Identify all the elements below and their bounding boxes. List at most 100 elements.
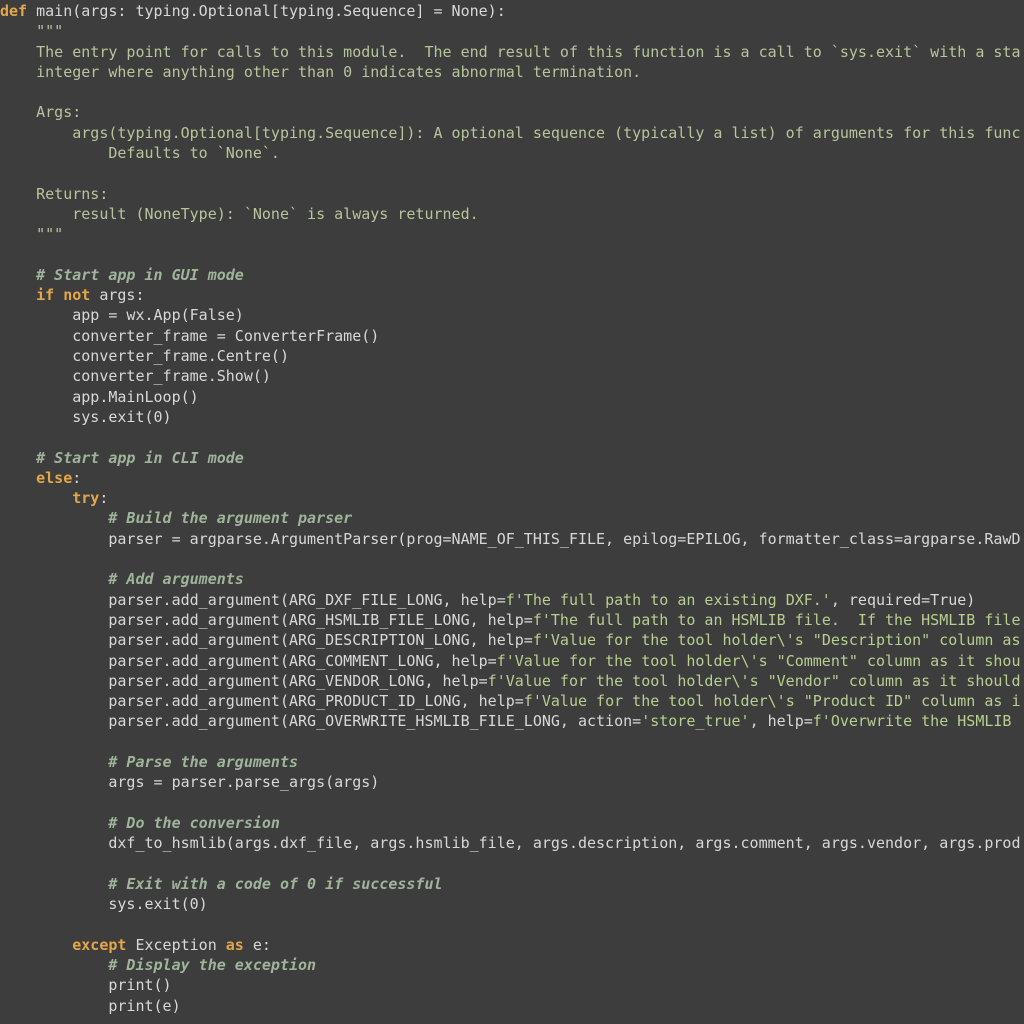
code-token: parser.add_argument(ARG_OVERWRITE_HSMLIB… xyxy=(0,712,642,731)
code-token: , help= xyxy=(749,712,813,731)
code-line[interactable]: """ xyxy=(0,224,1021,244)
code-line[interactable]: ​ xyxy=(0,732,1021,752)
code-token: 'store_true' xyxy=(641,712,750,731)
code-line[interactable]: # Parse the arguments xyxy=(0,752,1021,772)
code-line[interactable]: ​ xyxy=(0,82,1021,102)
code-line[interactable]: # Build the argument parser xyxy=(0,508,1021,528)
code-line[interactable]: print() xyxy=(0,975,1021,995)
code-token: # Start app in CLI mode xyxy=(36,448,244,467)
code-line[interactable]: parser.add_argument(ARG_DXF_FILE_LONG, h… xyxy=(0,590,1021,610)
code-token: def xyxy=(0,2,28,20)
code-line[interactable]: def main(args: typing.Optional[typing.Se… xyxy=(0,1,1021,21)
code-token: integer where anything other than 0 indi… xyxy=(0,62,642,81)
code-token: as xyxy=(225,935,244,954)
code-line[interactable]: Defaults to `None`. xyxy=(0,143,1021,163)
code-line[interactable]: sys.exit(0) xyxy=(0,407,1021,427)
code-token: app.MainLoop() xyxy=(0,387,199,406)
code-line[interactable]: converter_frame = ConverterFrame() xyxy=(0,326,1021,346)
code-line[interactable]: ​ xyxy=(0,549,1021,569)
code-token: f'Value for the tool holder\'s "Comment"… xyxy=(496,651,1021,670)
code-editor[interactable]: def main(args: typing.Optional[typing.Se… xyxy=(0,0,1024,1024)
code-line[interactable]: args = parser.parse_args(args) xyxy=(0,772,1021,792)
code-token: f'The full path to an existing DXF.' xyxy=(505,590,831,609)
code-line[interactable]: parser.add_argument(ARG_PRODUCT_ID_LONG,… xyxy=(0,691,1020,711)
code-line[interactable]: """ xyxy=(0,21,1021,41)
code-line[interactable]: parser.add_argument(ARG_HSMLIB_FILE_LONG… xyxy=(0,610,1021,630)
code-token: parser.add_argument(ARG_COMMENT_LONG, he… xyxy=(0,651,497,670)
code-line[interactable]: args(typing.Optional[typing.Sequence]): … xyxy=(0,123,1021,143)
code-token: app = wx.App(False) xyxy=(0,306,244,325)
code-line[interactable]: Returns: xyxy=(0,184,1021,204)
code-token: dxf_to_hsmlib(args.dxf_file, args.hsmlib… xyxy=(0,834,1021,853)
code-line[interactable]: app.MainLoop() xyxy=(0,387,1021,407)
code-line[interactable]: ​ xyxy=(0,793,1021,813)
code-token: """ xyxy=(0,22,64,41)
code-line[interactable]: ​ xyxy=(0,853,1021,873)
code-line[interactable]: parser.add_argument(ARG_OVERWRITE_HSMLIB… xyxy=(0,711,1021,731)
code-token: sys.exit(0) xyxy=(0,895,208,914)
code-token: # Add arguments xyxy=(108,570,244,589)
code-token: main(args: typing.Optional[typing.Sequen… xyxy=(27,2,506,20)
code-line[interactable]: result (NoneType): `None` is always retu… xyxy=(0,204,1021,224)
code-line[interactable]: parser = argparse.ArgumentParser(prog=NA… xyxy=(0,529,1021,549)
code-line[interactable]: parser.add_argument(ARG_COMMENT_LONG, he… xyxy=(0,651,1021,671)
code-token: parser = argparse.ArgumentParser(prog=NA… xyxy=(0,529,1021,548)
code-token: parser.add_argument(ARG_DESCRIPTION_LONG… xyxy=(0,631,533,650)
code-token: print() xyxy=(0,976,172,995)
code-line[interactable]: parser.add_argument(ARG_DESCRIPTION_LONG… xyxy=(0,630,1021,650)
code-token: Returns: xyxy=(0,184,109,203)
code-token: f'The full path to an HSMLIB file. If th… xyxy=(532,610,1021,629)
code-token: The entry point for calls to this module… xyxy=(0,42,1021,61)
code-token: Exception xyxy=(126,935,226,954)
code-line[interactable]: ​ xyxy=(0,427,1021,447)
code-line[interactable]: app = wx.App(False) xyxy=(0,305,1021,325)
code-token: # Do the conversion xyxy=(108,813,280,832)
code-token: """ xyxy=(0,225,64,244)
code-line[interactable]: # Exit with a code of 0 if successful xyxy=(0,874,1021,894)
code-token: parser.add_argument(ARG_HSMLIB_FILE_LONG… xyxy=(0,610,533,629)
code-token: f'Overwrite the HSMLIB xyxy=(812,712,1021,731)
code-line[interactable]: except Exception as e: xyxy=(0,935,1021,955)
code-token: sys.exit(0) xyxy=(0,407,172,426)
code-token: converter_frame.Show() xyxy=(0,367,271,386)
code-line[interactable]: try: xyxy=(0,488,1021,508)
code-token: f'Value for the tool holder\'s "Descript… xyxy=(532,631,1021,650)
code-line[interactable]: if not args: xyxy=(0,285,1021,305)
code-token: except xyxy=(72,935,127,954)
code-line[interactable]: # Start app in GUI mode xyxy=(0,265,1021,285)
code-line[interactable]: sys.exit(0) xyxy=(0,894,1021,914)
code-line[interactable]: print(e) xyxy=(0,996,1021,1016)
code-line[interactable]: # Add arguments xyxy=(0,569,1021,589)
code-line[interactable]: # Start app in CLI mode xyxy=(0,448,1021,468)
code-token: # Build the argument parser xyxy=(108,509,353,528)
code-line[interactable]: converter_frame.Show() xyxy=(0,366,1021,386)
code-line[interactable]: ​ xyxy=(0,163,1021,183)
code-token: e: xyxy=(243,935,271,954)
code-line[interactable]: ​ xyxy=(0,245,1021,265)
code-line[interactable]: The entry point for calls to this module… xyxy=(0,42,1021,62)
code-line[interactable]: Args: xyxy=(0,102,1021,122)
code-token: args(typing.Optional[typing.Sequence]): … xyxy=(0,123,1021,142)
code-token: f'Value for the tool holder\'s "Vendor" … xyxy=(487,671,1021,690)
code-line[interactable]: integer where anything other than 0 indi… xyxy=(0,62,1021,82)
code-line[interactable]: parser.add_argument(ARG_VENDOR_LONG, hel… xyxy=(0,671,1021,691)
code-token: # Start app in GUI mode xyxy=(36,265,244,284)
code-line[interactable]: # Display the exception xyxy=(0,955,1021,975)
code-line[interactable]: ​ xyxy=(0,914,1021,934)
code-line[interactable]: dxf_to_hsmlib(args.dxf_file, args.hsmlib… xyxy=(0,833,1021,853)
code-text-area[interactable]: def main(args: typing.Optional[typing.Se… xyxy=(0,1,1021,1016)
code-token: # Exit with a code of 0 if successful xyxy=(108,874,443,893)
code-line[interactable]: converter_frame.Centre() xyxy=(0,346,1021,366)
code-token: : xyxy=(72,468,82,487)
code-line[interactable]: # Do the conversion xyxy=(0,813,1021,833)
code-line[interactable]: else: xyxy=(0,468,1021,488)
